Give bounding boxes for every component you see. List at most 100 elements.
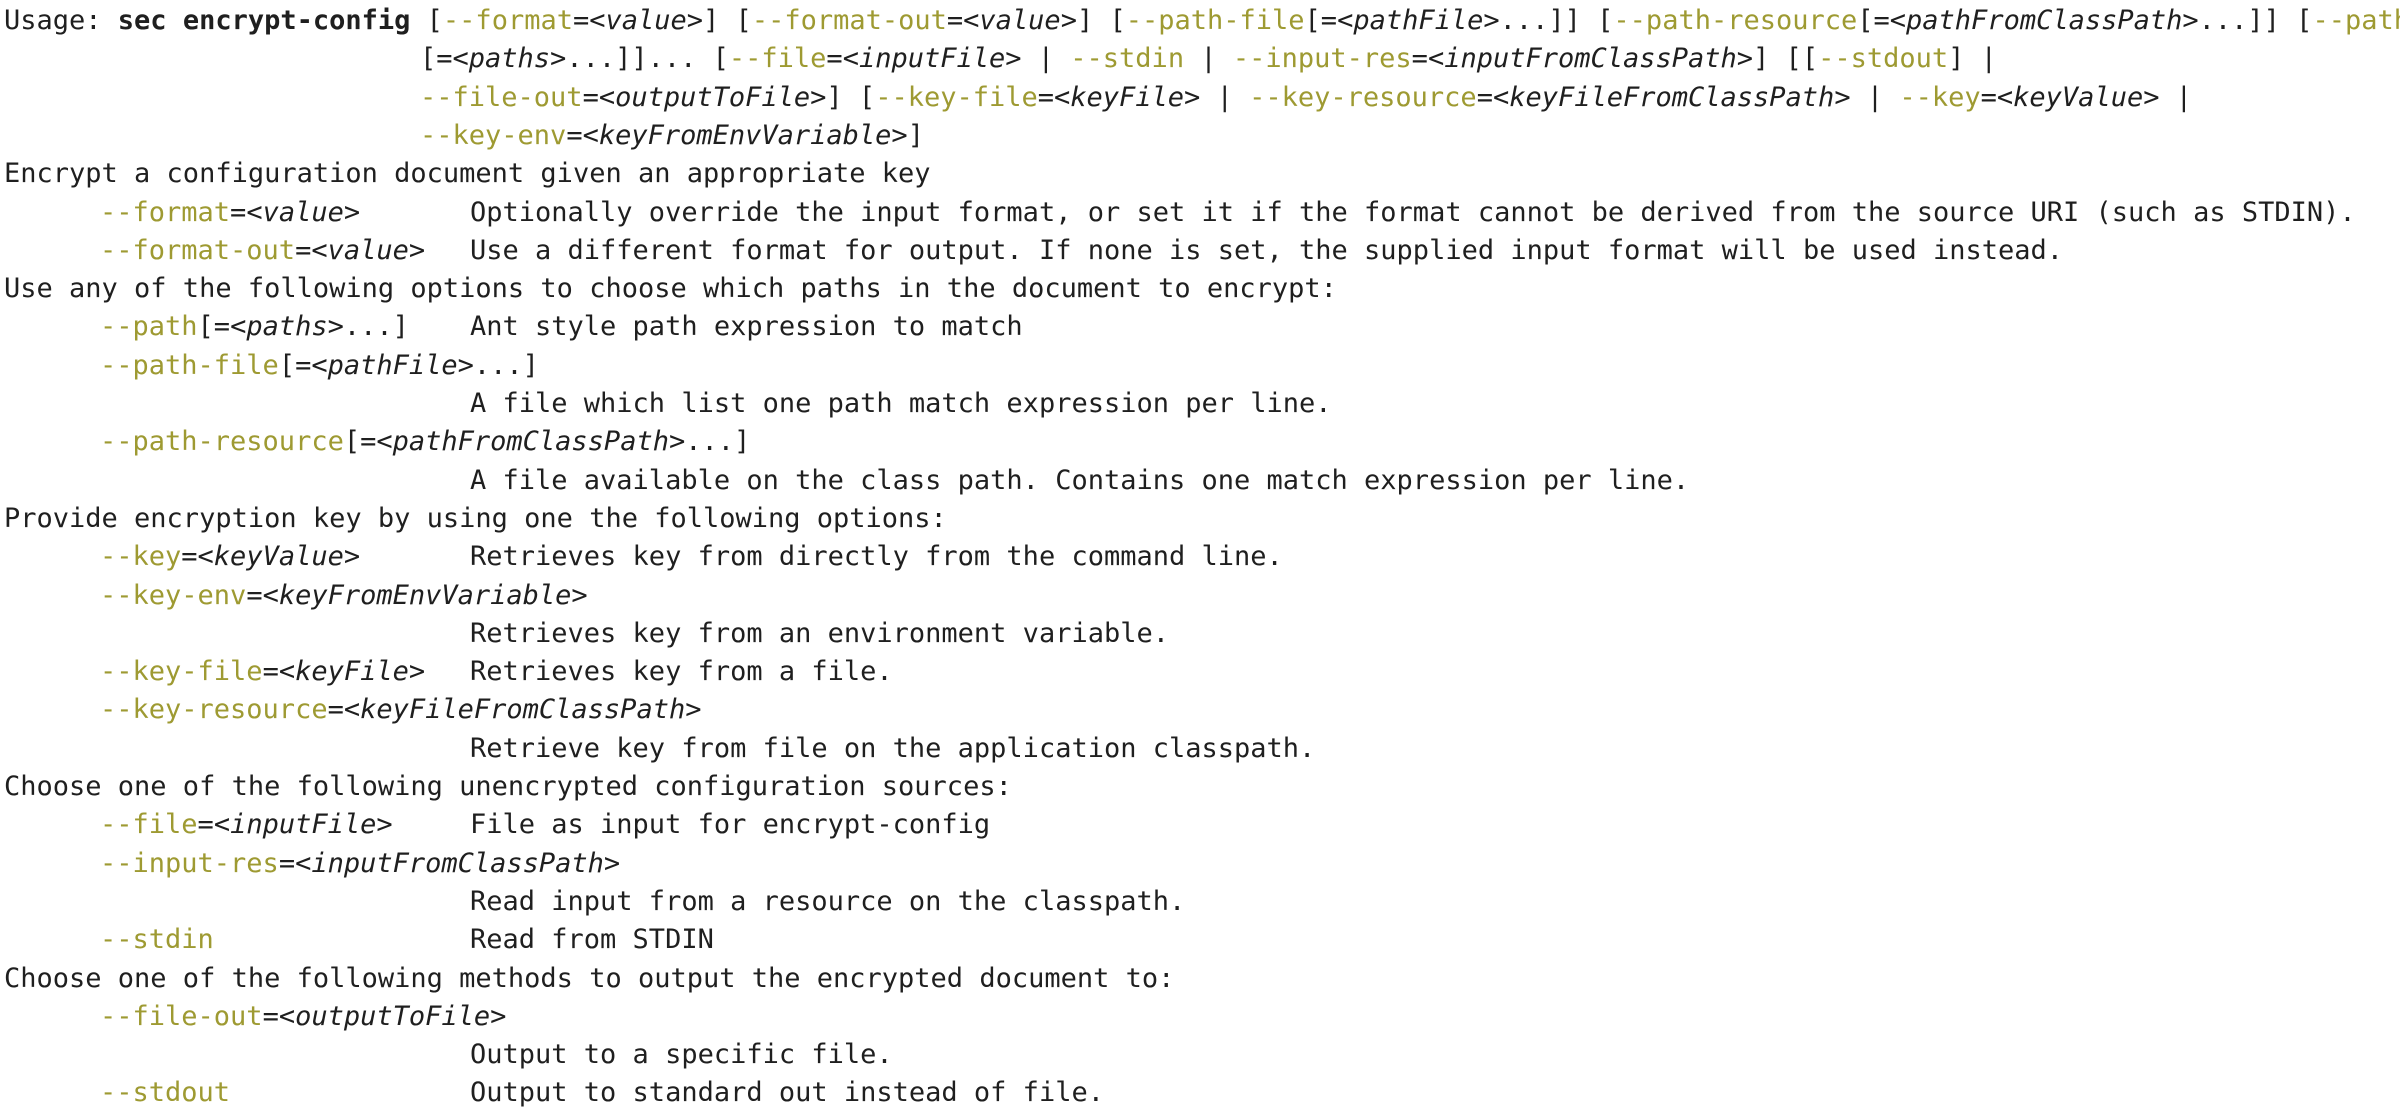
- syntax-punctuation: =: [246, 579, 263, 611]
- option-row: --file=<inputFile> File as input for encr…: [100, 806, 990, 844]
- option-description-text: Retrieves key from directly from the com…: [470, 541, 1283, 573]
- syntax-punctuation: ...]] [: [1499, 5, 1614, 36]
- usage-continuation-line: --key-env=<keyFromEnvVariable>]: [420, 117, 924, 155]
- option-flag: --input-res: [1232, 43, 1412, 75]
- option-row: --format=<value> Optionally override the …: [100, 194, 2356, 232]
- option-flag: --key-file: [100, 656, 263, 688]
- option-flag: --stdout: [100, 1077, 231, 1109]
- section-heading: Choose one of the following unencrypted …: [4, 768, 1012, 806]
- usage-prefix: Usage:: [4, 5, 118, 36]
- option-flag: --file: [728, 43, 827, 75]
- section-heading: Choose one of the following methods to o…: [4, 960, 1174, 998]
- option-row: --format-out=<value> Use a different form…: [100, 232, 2063, 270]
- option-row: --file-out=<outputToFile>: [100, 998, 506, 1036]
- option-description-text: Retrieve key from file on the applicatio…: [470, 732, 1316, 764]
- section-heading: Use any of the following options to choo…: [4, 270, 1337, 308]
- syntax-punctuation: |: [1200, 81, 1250, 113]
- option-flag: --path: [2312, 5, 2400, 36]
- option-flag: --key: [100, 541, 182, 573]
- option-argument: <value>: [311, 234, 426, 266]
- option-argument: <keyFromEnvVariable>: [262, 579, 588, 611]
- section-heading: Provide encryption key by using one the …: [4, 500, 947, 538]
- option-row: --key-resource=<keyFileFromClassPath>: [100, 691, 701, 729]
- syntax-punctuation: =: [566, 119, 583, 151]
- option-argument: <keyValue>: [1996, 81, 2160, 113]
- option-row: --stdout Output to standard out instead o…: [100, 1074, 1104, 1112]
- usage-continuation-line: [=<paths>...]]... [--file=<inputFile> | …: [420, 40, 1997, 78]
- option-row: --key=<keyValue> Retrieves key from direc…: [100, 538, 1283, 576]
- syntax-punctuation: =: [230, 196, 247, 228]
- syntax-punctuation: ] [[: [1753, 43, 1819, 75]
- option-row: --input-res=<inputFromClassPath>: [100, 845, 620, 883]
- option-argument: <inputFile>: [213, 809, 393, 841]
- option-argument: <value>: [589, 5, 704, 36]
- option-row: --key-file=<keyFile> Retrieves key from a…: [100, 653, 893, 691]
- option-argument: <keyFileFromClassPath>: [1492, 81, 1851, 113]
- option-argument: <inputFromClassPath>: [1427, 43, 1754, 75]
- syntax-punctuation: =: [946, 5, 964, 36]
- option-flag: --file: [100, 809, 198, 841]
- option-flag: --path: [100, 311, 198, 343]
- option-flag: --format: [442, 5, 573, 36]
- option-description: Read input from a resource on the classp…: [470, 883, 1185, 921]
- command-name: sec encrypt-config: [117, 5, 411, 36]
- option-argument: <keyFromEnvVariable>: [582, 119, 908, 151]
- syntax-punctuation: =: [181, 541, 198, 573]
- option-argument: <pathFile>: [1337, 5, 1500, 36]
- option-description-text: Use a different format for output. If no…: [470, 234, 2064, 266]
- section-heading-text: Choose one of the following methods to o…: [4, 962, 1175, 994]
- syntax-punctuation: |: [2159, 81, 2192, 113]
- syntax-punctuation: =: [1476, 81, 1493, 113]
- option-argument: <keyValue>: [197, 541, 361, 573]
- syntax-punctuation: ] [: [703, 5, 752, 36]
- option-flag: --stdin: [100, 924, 214, 956]
- option-flag: --key: [1899, 81, 1981, 113]
- option-row: --path-resource[=<pathFromClassPath>...]: [100, 423, 750, 461]
- option-row: --key-env=<keyFromEnvVariable>: [100, 577, 588, 615]
- syntax-punctuation: =: [1037, 81, 1055, 113]
- terminal-help-output: { "usage": { "prefix": "Usage: ", "comma…: [0, 0, 2400, 1108]
- syntax-punctuation: ...]]... [: [566, 43, 729, 75]
- usage-continuation-line: --file-out=<outputToFile>] [--key-file=<…: [420, 79, 2192, 117]
- option-argument: <keyFile>: [278, 656, 426, 688]
- syntax-punctuation: [=: [197, 311, 231, 343]
- syntax-punctuation: =: [262, 1000, 279, 1032]
- option-description: Output to a specific file.: [470, 1036, 893, 1074]
- option-flag: --key-resource: [100, 694, 328, 726]
- option-flag: --format: [100, 196, 231, 228]
- syntax-punctuation: ] [: [826, 81, 876, 113]
- syntax-punctuation: [=: [278, 349, 312, 381]
- syntax-punctuation: =: [582, 81, 599, 113]
- syntax-punctuation: ]: [907, 119, 924, 151]
- option-description: Retrieves key from an environment variab…: [470, 615, 1169, 653]
- syntax-punctuation: ...]] [: [2198, 5, 2313, 36]
- option-argument: <keyFileFromClassPath>: [343, 694, 702, 726]
- option-argument: <keyFile>: [1054, 81, 1201, 113]
- section-heading-text: Choose one of the following unencrypted …: [4, 771, 1012, 802]
- option-flag: --key-env: [100, 579, 247, 611]
- syntax-punctuation: [=: [1857, 5, 1890, 36]
- syntax-punctuation: =: [197, 809, 214, 841]
- option-description-text: A file available on the class path. Cont…: [470, 464, 1690, 496]
- option-argument: <inputFromClassPath>: [295, 847, 621, 879]
- option-flag: --file-out: [100, 1000, 263, 1032]
- option-argument: <pathFromClassPath>: [376, 426, 686, 458]
- syntax-punctuation: [=: [420, 43, 453, 75]
- usage-line: Usage: sec encrypt-config [--format=<val…: [4, 2, 2400, 40]
- syntax-punctuation: |: [1850, 81, 1900, 113]
- option-description-text: Ant style path expression to match: [470, 311, 1023, 343]
- syntax-punctuation: =: [572, 5, 590, 36]
- syntax-punctuation: =: [295, 234, 312, 266]
- option-description-text: Output to standard out instead of file.: [470, 1077, 1104, 1109]
- syntax-punctuation: =: [278, 847, 296, 879]
- option-argument: <outputToFile>: [598, 81, 827, 113]
- syntax-punctuation: [: [410, 5, 443, 36]
- option-description-text: Optionally override the input format, or…: [470, 196, 2356, 228]
- option-flag: --stdout: [1818, 43, 1949, 75]
- syntax-punctuation: |: [1184, 43, 1233, 75]
- option-description: A file which list one path match express…: [470, 385, 1332, 423]
- syntax-punctuation: ...]: [473, 349, 539, 381]
- option-row: --path[=<paths>...] Ant style path expres…: [100, 308, 1023, 346]
- option-argument: <pathFile>: [311, 349, 474, 381]
- syntax-punctuation: =: [1980, 81, 1997, 113]
